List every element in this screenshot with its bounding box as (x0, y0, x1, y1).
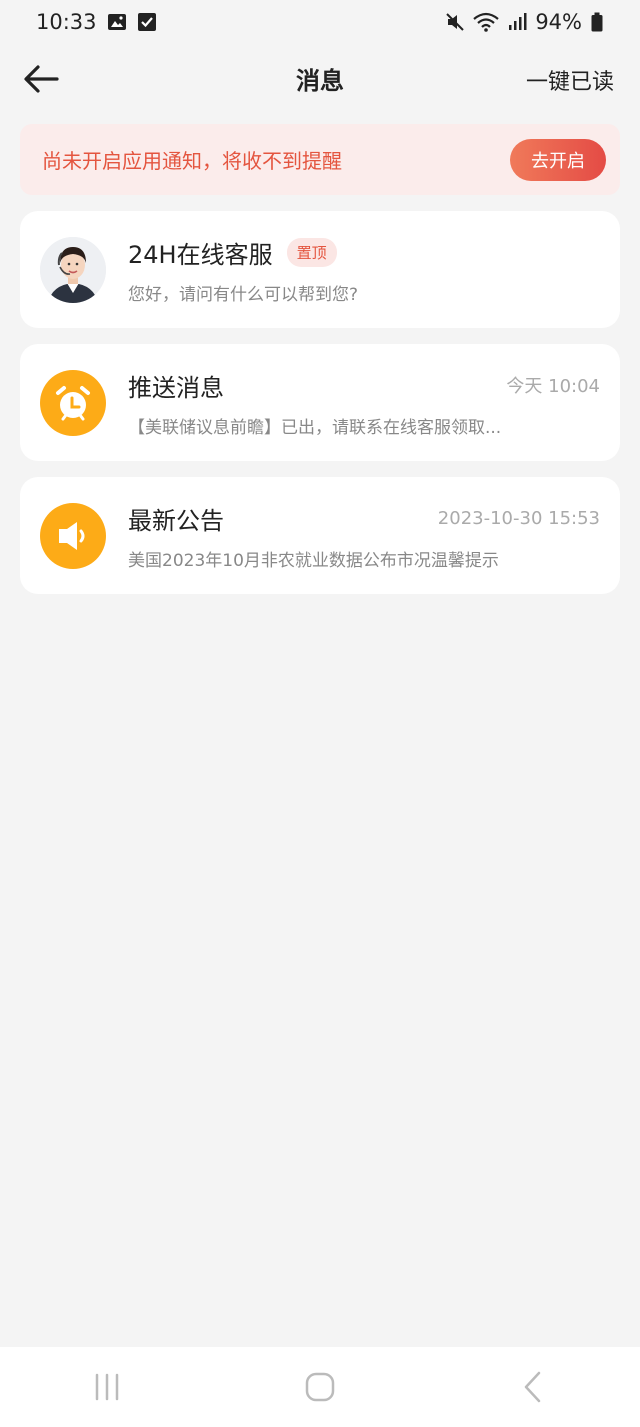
battery-icon (590, 12, 604, 32)
recent-apps-icon (95, 1373, 118, 1401)
alarm-clock-icon (40, 369, 106, 436)
mark-all-read-button[interactable]: 一键已读 (526, 64, 614, 96)
notification-banner: 尚未开启应用通知，将收不到提醒 去开启 (20, 124, 620, 195)
message-preview: 美国2023年10月非农就业数据公布市况温馨提示 (128, 551, 499, 571)
header: 消息 一键已读 (0, 44, 640, 112)
message-item-push[interactable]: 推送消息 今天 10:04 【美联储议息前瞻】已出，请联系在线客服领取... (20, 344, 620, 461)
home-icon (305, 1372, 335, 1402)
status-bar: 10:33 94% (0, 0, 640, 44)
message-preview: 您好，请问有什么可以帮到您? (128, 285, 359, 305)
message-header: 推送消息 今天 10:04 (128, 367, 600, 403)
status-right: 94% (445, 10, 604, 34)
message-title: 最新公告 (128, 506, 224, 535)
customer-service-avatar (40, 236, 106, 303)
message-title-wrap: 24H在线客服 置顶 (128, 235, 337, 270)
message-content: 最新公告 2023-10-30 15:53 美国2023年10月非农就业数据公布… (128, 500, 600, 572)
checkbox-icon (137, 12, 157, 32)
speaker-icon (40, 502, 106, 569)
status-left: 10:33 (36, 10, 157, 34)
page-title: 消息 (296, 66, 344, 95)
recent-apps-button[interactable] (77, 1362, 137, 1412)
message-item-customer-service[interactable]: 24H在线客服 置顶 您好，请问有什么可以帮到您? (20, 211, 620, 328)
status-time: 10:33 (36, 10, 97, 34)
message-content: 推送消息 今天 10:04 【美联储议息前瞻】已出，请联系在线客服领取... (128, 367, 600, 439)
mute-icon (445, 12, 465, 32)
enable-notifications-button[interactable]: 去开启 (510, 138, 606, 181)
signal-icon (507, 12, 527, 32)
chevron-left-icon (525, 1371, 541, 1403)
arrow-left-icon (24, 65, 59, 93)
notification-banner-text: 尚未开启应用通知，将收不到提醒 (42, 149, 342, 173)
message-content: 24H在线客服 置顶 您好，请问有什么可以帮到您? (128, 234, 600, 305)
message-header: 24H在线客服 置顶 (128, 234, 600, 270)
back-button[interactable] (20, 58, 62, 100)
message-time: 2023-10-30 15:53 (437, 507, 600, 529)
message-preview: 【美联储议息前瞻】已出，请联系在线客服领取... (128, 418, 502, 438)
message-item-announcement[interactable]: 最新公告 2023-10-30 15:53 美国2023年10月非农就业数据公布… (20, 477, 620, 594)
system-nav-bar (0, 1347, 640, 1427)
message-time: 今天 10:04 (506, 376, 600, 397)
system-back-button[interactable] (503, 1362, 563, 1412)
message-title: 24H在线客服 (128, 240, 273, 269)
pinned-badge: 置顶 (286, 237, 337, 267)
gallery-icon (107, 12, 127, 32)
message-title: 推送消息 (128, 373, 224, 402)
wifi-icon (473, 12, 500, 32)
message-header: 最新公告 2023-10-30 15:53 (128, 500, 600, 536)
battery-text: 94% (535, 10, 582, 34)
home-button[interactable] (290, 1362, 350, 1412)
